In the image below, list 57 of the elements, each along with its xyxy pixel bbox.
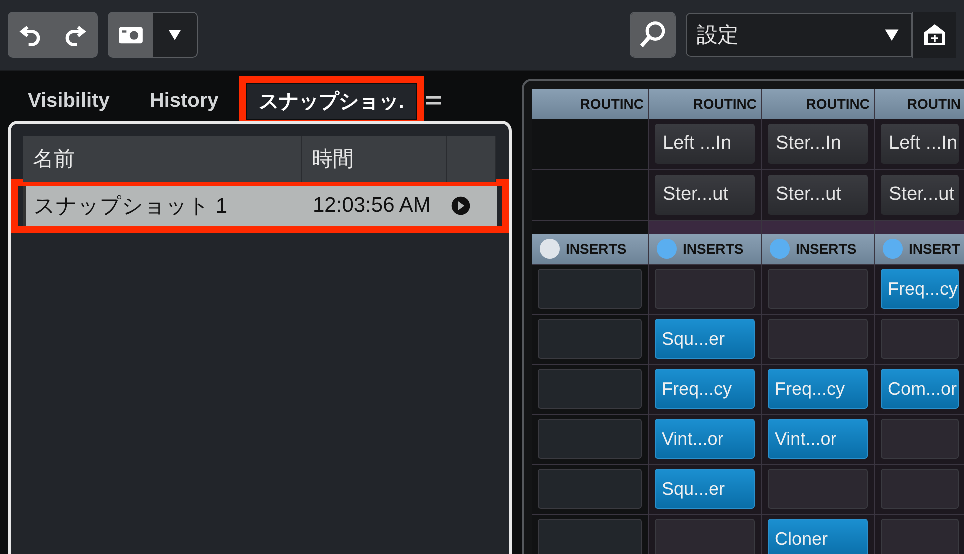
panel-tab[interactable]: Visibility xyxy=(16,86,122,116)
routing-button[interactable]: Left ...In xyxy=(655,124,755,164)
snapshot-row[interactable]: スナップショット 1 12:03:56 AM xyxy=(23,186,497,226)
status-dot[interactable] xyxy=(770,239,790,260)
table-cell-text: スナップショット 1 xyxy=(33,194,229,220)
status-dot[interactable] xyxy=(657,239,677,260)
insert-slot[interactable] xyxy=(881,419,959,460)
column-header xyxy=(447,136,496,182)
routing-header: ROUTIN xyxy=(875,89,964,119)
insert-slot[interactable]: Com...or xyxy=(881,369,959,410)
routing-header: ROUTINC xyxy=(762,89,874,119)
insert-slot[interactable] xyxy=(538,319,642,360)
column-header[interactable]: 名前 xyxy=(23,136,302,182)
insert-slot[interactable]: Cloner xyxy=(768,519,868,554)
insert-slot[interactable]: Freq...cy xyxy=(881,269,959,310)
insert-slot[interactable]: Freq...cy xyxy=(768,369,868,410)
routing-button[interactable]: Ster...ut xyxy=(881,175,959,216)
search-icon xyxy=(638,20,668,50)
panel-tab[interactable]: スナップショッ. xyxy=(246,84,416,118)
insert-slot[interactable] xyxy=(768,469,868,510)
play-icon xyxy=(450,195,472,217)
home-tab[interactable] xyxy=(912,12,956,58)
inserts-label: INSERT xyxy=(909,241,960,258)
insert-slot[interactable]: Vint...or xyxy=(768,419,868,460)
insert-slot[interactable]: Freq...cy xyxy=(655,369,755,410)
inserts-label: INSERTS xyxy=(566,241,627,258)
routing-button[interactable]: Ster...ut xyxy=(768,175,868,216)
routing-button[interactable]: Left ...In xyxy=(881,124,959,164)
insert-slot[interactable] xyxy=(881,519,959,554)
dropdown-button[interactable] xyxy=(153,13,197,57)
routing-button[interactable]: Ster...In xyxy=(768,124,868,164)
routing-header: ROUTINC xyxy=(532,89,648,119)
insert-slot[interactable] xyxy=(538,419,642,460)
routing-button[interactable]: Ster...ut xyxy=(655,175,755,216)
inserts-label: INSERTS xyxy=(683,241,744,258)
insert-slot[interactable] xyxy=(881,469,959,510)
table-cell-text: 12:03:56 AM xyxy=(312,194,432,218)
panel-tab[interactable]: History xyxy=(138,86,231,116)
insert-slot[interactable]: Squ...er xyxy=(655,319,755,360)
insert-slot[interactable]: Vint...or xyxy=(655,419,755,460)
preset-dropdown[interactable]: 設定 xyxy=(686,13,912,57)
insert-slot[interactable] xyxy=(768,319,868,360)
insert-slot[interactable] xyxy=(538,469,642,510)
insert-slot[interactable] xyxy=(655,519,755,554)
insert-slot[interactable] xyxy=(881,319,959,360)
search-button[interactable] xyxy=(631,13,675,57)
insert-slot[interactable] xyxy=(538,269,642,310)
inserts-label: INSERTS xyxy=(796,241,857,258)
insert-slot[interactable] xyxy=(538,369,642,410)
insert-slot[interactable] xyxy=(655,269,755,310)
column-header[interactable]: 時間 xyxy=(302,136,447,182)
status-dot[interactable] xyxy=(883,239,903,260)
status-dot[interactable] xyxy=(540,239,560,260)
routing-header: ROUTINC xyxy=(649,89,761,119)
insert-slot[interactable] xyxy=(538,519,642,554)
insert-slot[interactable]: Squ...er xyxy=(655,469,755,510)
insert-slot[interactable] xyxy=(768,269,868,310)
